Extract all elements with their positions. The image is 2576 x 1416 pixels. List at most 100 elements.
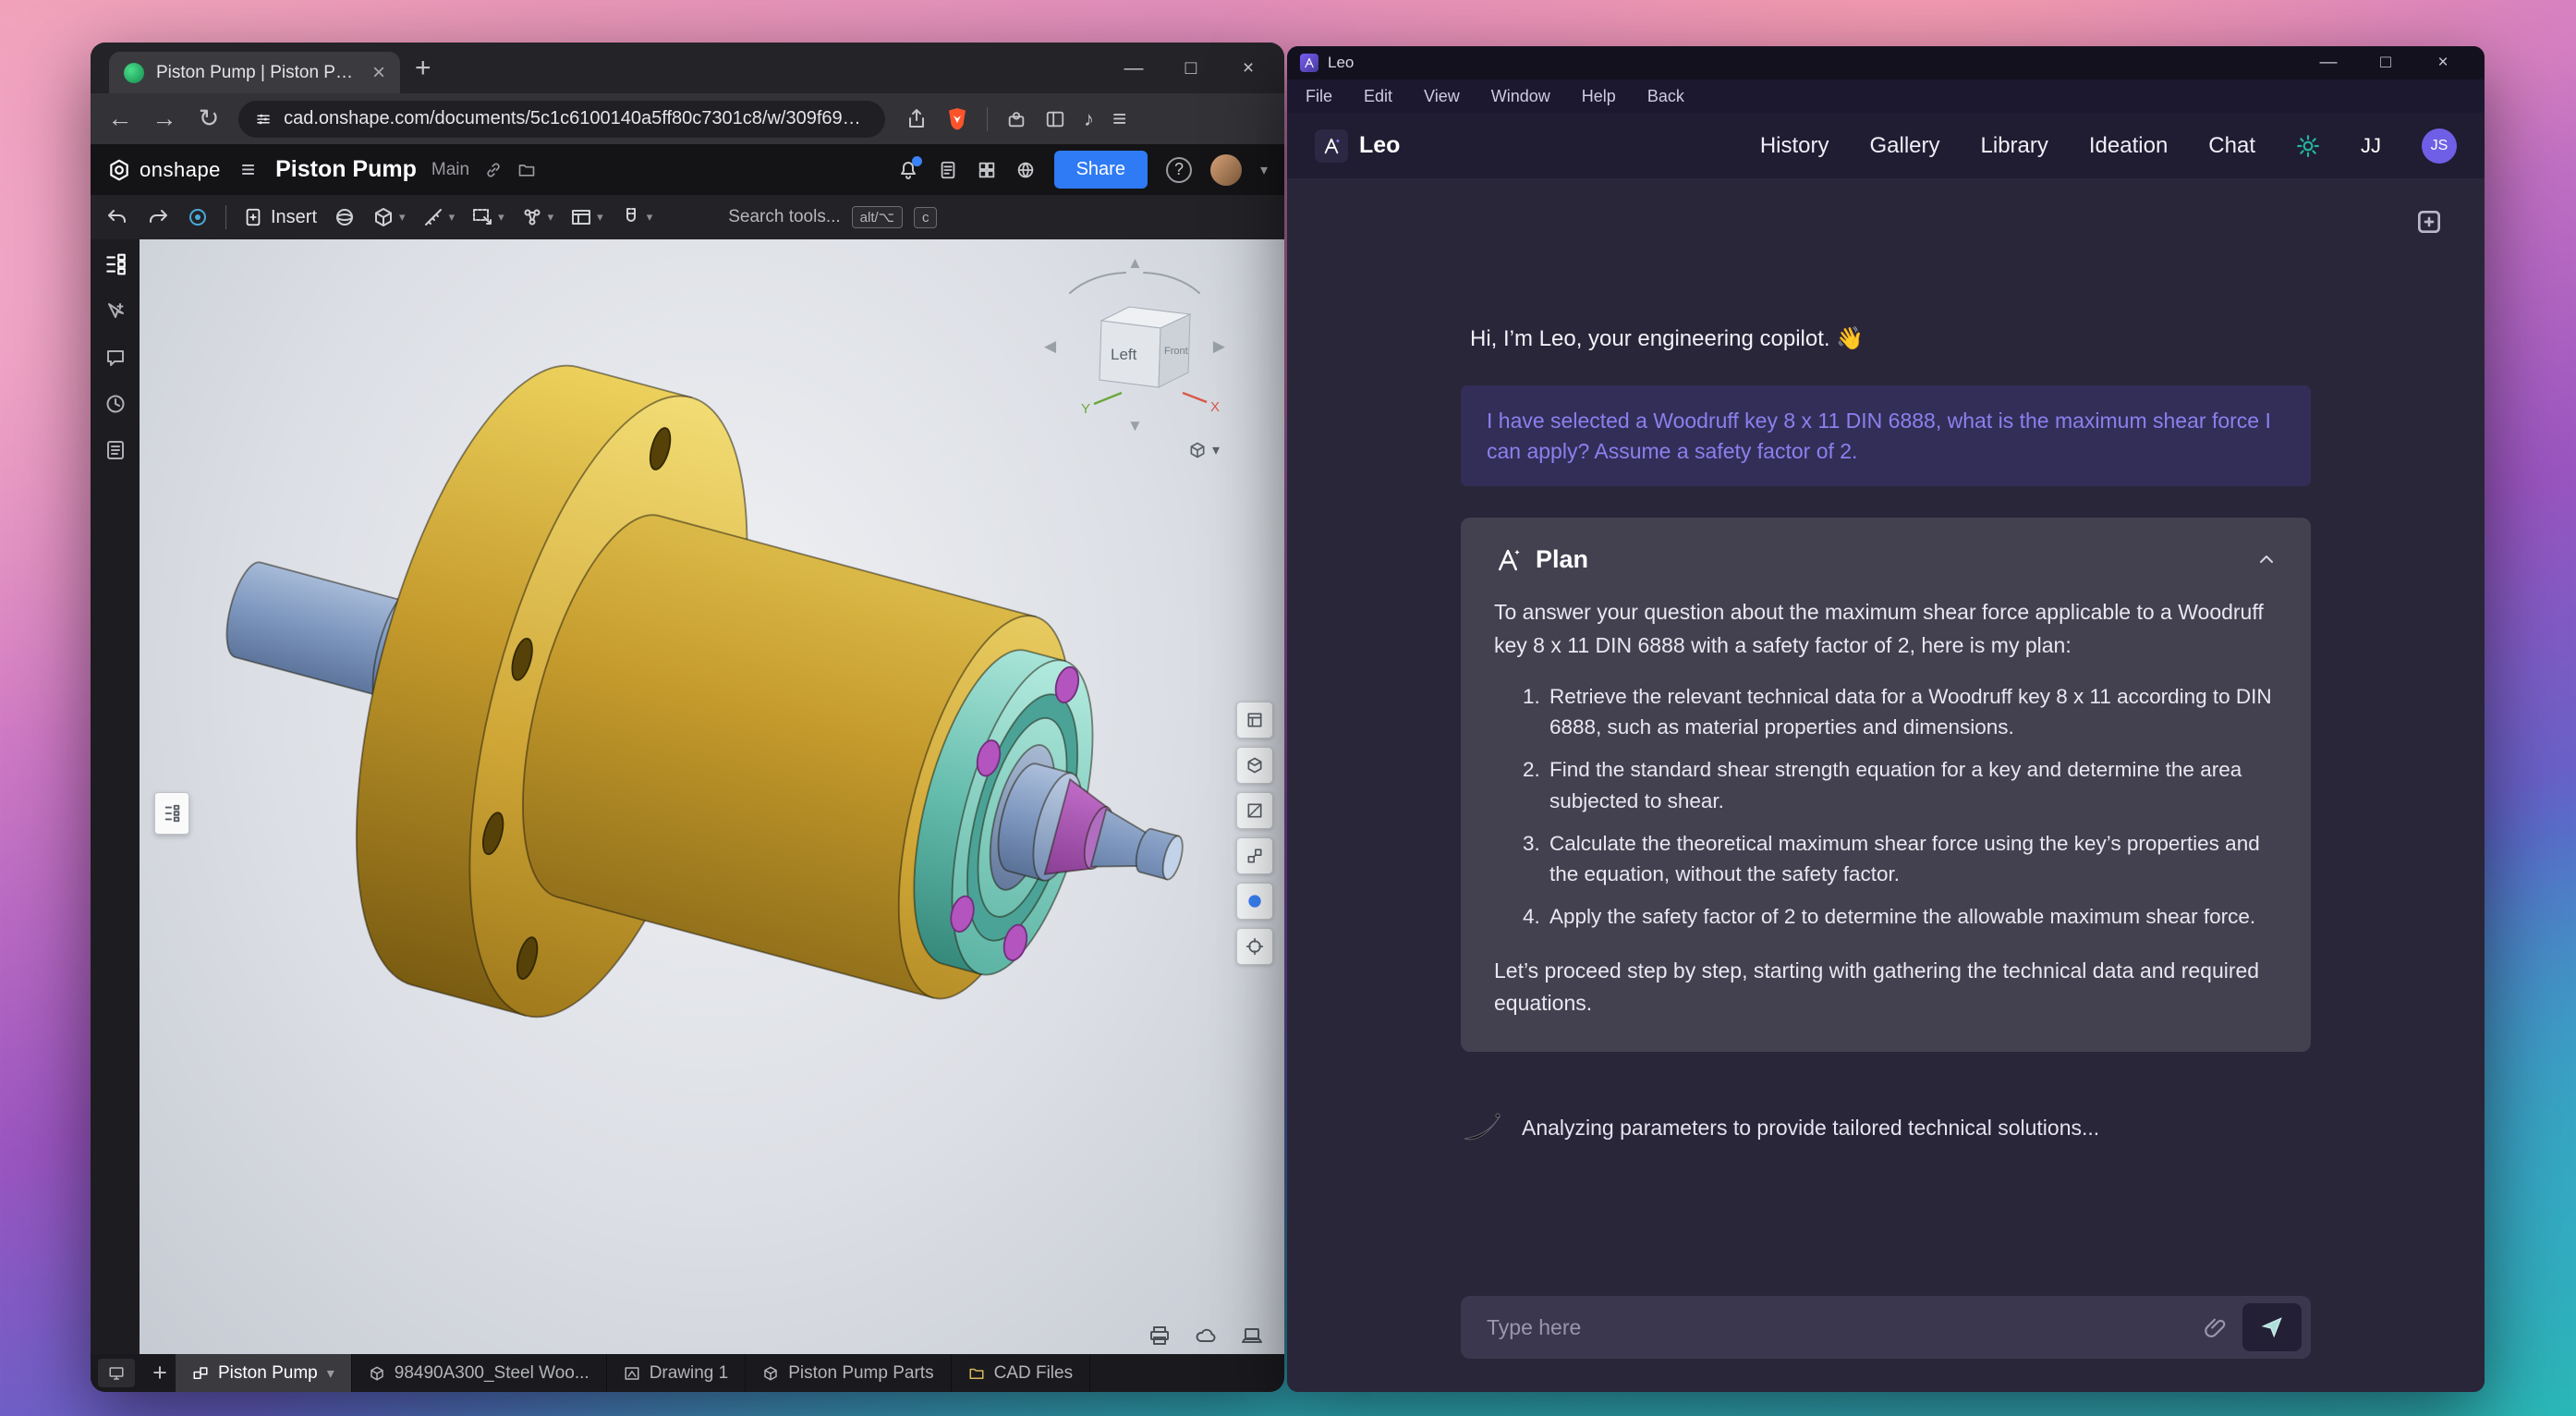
- new-chat-button[interactable]: [2414, 207, 2444, 237]
- share-link-icon[interactable]: [484, 161, 503, 179]
- caret-down-icon[interactable]: ▾: [327, 1364, 334, 1383]
- print-icon[interactable]: [1148, 1324, 1172, 1347]
- history-icon[interactable]: [104, 393, 127, 415]
- named-views-button[interactable]: [1236, 747, 1273, 784]
- menu-back[interactable]: Back: [1647, 87, 1684, 106]
- browser-tab[interactable]: Piston Pump | Piston Pump ×: [109, 52, 400, 93]
- doc-tab-piston-pump[interactable]: Piston Pump ▾: [176, 1354, 352, 1392]
- rotate-down-icon[interactable]: ▼: [1127, 417, 1143, 435]
- add-tab-button[interactable]: +: [144, 1359, 176, 1387]
- notifications-bell-icon[interactable]: [897, 159, 919, 181]
- settings-gear-icon[interactable]: [2296, 134, 2320, 158]
- doc-tab-steel[interactable]: 98490A300_Steel Woo...: [352, 1354, 607, 1392]
- browser-maximize-button[interactable]: □: [1162, 57, 1220, 79]
- nav-chat[interactable]: Chat: [2208, 133, 2255, 159]
- doc-tab-cad-files[interactable]: CAD Files: [952, 1354, 1091, 1392]
- browser-minimize-button[interactable]: —: [1105, 57, 1162, 79]
- tab-close-icon[interactable]: ×: [372, 62, 385, 84]
- sheet-tool-button[interactable]: ▾: [570, 206, 603, 228]
- rotate-right-icon[interactable]: ▶: [1213, 337, 1225, 356]
- leo-maximize-button[interactable]: □: [2357, 53, 2414, 73]
- attachment-paperclip-icon[interactable]: [2204, 1315, 2228, 1339]
- plan-header[interactable]: Plan: [1494, 545, 2278, 574]
- menu-edit[interactable]: Edit: [1364, 87, 1392, 106]
- comments-icon[interactable]: [104, 347, 127, 369]
- workspace-label[interactable]: Main: [431, 160, 469, 180]
- leo-avatar[interactable]: JS: [2422, 128, 2457, 164]
- follow-mode-button[interactable]: [98, 1359, 135, 1387]
- mate-tool-button[interactable]: ▾: [372, 206, 406, 228]
- extensions-icon[interactable]: [1006, 109, 1027, 129]
- menu-view[interactable]: View: [1424, 87, 1460, 106]
- display-states-icon[interactable]: [187, 206, 209, 228]
- undo-icon[interactable]: [105, 206, 129, 228]
- nav-ideation[interactable]: Ideation: [2089, 133, 2168, 159]
- document-menu-icon[interactable]: ≡: [241, 155, 255, 184]
- insert-instance-icon[interactable]: [104, 300, 127, 323]
- measure-tool-button[interactable]: ▾: [422, 206, 456, 228]
- user-label[interactable]: JJ: [2361, 134, 2381, 158]
- bom-notes-icon[interactable]: [104, 439, 127, 461]
- isolate-button[interactable]: [1236, 928, 1273, 965]
- render-mode-button[interactable]: [1236, 883, 1273, 920]
- versions-icon[interactable]: [938, 160, 958, 180]
- send-button[interactable]: [2242, 1303, 2302, 1351]
- site-settings-icon[interactable]: [255, 110, 272, 128]
- select-tool-button[interactable]: ▾: [471, 206, 504, 228]
- sidebar-icon[interactable]: [1045, 109, 1065, 129]
- view-cube-graphic[interactable]: Left Front Y X: [1042, 256, 1227, 441]
- share-page-icon[interactable]: [905, 108, 928, 130]
- browser-close-button[interactable]: ×: [1220, 57, 1277, 79]
- menu-window[interactable]: Window: [1491, 87, 1550, 106]
- browser-actions: ♪ ≡: [905, 104, 1126, 133]
- back-icon[interactable]: ←: [105, 104, 135, 133]
- brave-shield-icon[interactable]: [946, 107, 968, 131]
- folder-icon[interactable]: [517, 161, 536, 179]
- snap-tool-button[interactable]: ▾: [620, 206, 653, 228]
- apps-grid-icon[interactable]: [977, 160, 997, 180]
- user-avatar[interactable]: [1210, 154, 1242, 186]
- feature-tree-icon[interactable]: [103, 252, 128, 276]
- rotate-up-icon[interactable]: ▲: [1127, 254, 1143, 273]
- doc-tab-label: 98490A300_Steel Woo...: [395, 1363, 589, 1384]
- revolve-tool-button[interactable]: [334, 206, 356, 228]
- cloud-icon[interactable]: [1194, 1324, 1218, 1347]
- forward-icon[interactable]: →: [150, 104, 179, 133]
- menu-help[interactable]: Help: [1582, 87, 1616, 106]
- laptop-icon[interactable]: [1240, 1324, 1264, 1347]
- account-caret-icon[interactable]: ▾: [1260, 161, 1268, 179]
- 3d-viewport[interactable]: ◀ ▶ ▲ ▼ Left Front Y: [140, 239, 1284, 1354]
- browser-menu-icon[interactable]: ≡: [1112, 104, 1126, 133]
- appearance-panel-button[interactable]: [1236, 702, 1273, 739]
- doc-tab-drawing[interactable]: Drawing 1: [607, 1354, 747, 1392]
- nav-history[interactable]: History: [1760, 133, 1829, 159]
- leo-brand[interactable]: Leo: [1315, 129, 1400, 163]
- status-text: Analyzing parameters to provide tailored…: [1522, 1116, 2099, 1141]
- feature-panel-handle[interactable]: [154, 792, 189, 835]
- collapse-chevron-icon[interactable]: [2255, 549, 2278, 571]
- insert-button[interactable]: Insert: [243, 207, 317, 228]
- onshape-logo[interactable]: onshape: [107, 158, 221, 182]
- doc-tab-parts[interactable]: Piston Pump Parts: [746, 1354, 951, 1392]
- new-tab-button[interactable]: +: [415, 53, 431, 84]
- connections-tool-button[interactable]: ▾: [521, 206, 554, 228]
- reload-icon[interactable]: ↻: [194, 104, 224, 133]
- share-button[interactable]: Share: [1054, 151, 1148, 189]
- leo-minimize-button[interactable]: —: [2300, 53, 2357, 73]
- render-globe-icon[interactable]: [1015, 160, 1036, 180]
- rotate-left-icon[interactable]: ◀: [1044, 337, 1056, 356]
- nav-gallery[interactable]: Gallery: [1870, 133, 1940, 159]
- search-tools-button[interactable]: Search tools... alt/⌥ c: [728, 206, 937, 228]
- view-options-button[interactable]: ▾: [1188, 441, 1220, 459]
- address-bar[interactable]: cad.onshape.com/documents/5c1c6100140a5f…: [238, 101, 885, 138]
- section-view-button[interactable]: [1236, 792, 1273, 829]
- help-button[interactable]: ?: [1166, 157, 1192, 183]
- redo-icon[interactable]: [146, 206, 170, 228]
- menu-file[interactable]: File: [1306, 87, 1332, 106]
- chat-input[interactable]: [1487, 1315, 2189, 1340]
- media-icon[interactable]: ♪: [1084, 107, 1094, 131]
- view-cube[interactable]: ◀ ▶ ▲ ▼ Left Front Y: [1042, 256, 1227, 441]
- nav-library[interactable]: Library: [1981, 133, 2048, 159]
- leo-close-button[interactable]: ×: [2414, 53, 2472, 73]
- exploded-view-button[interactable]: [1236, 837, 1273, 874]
